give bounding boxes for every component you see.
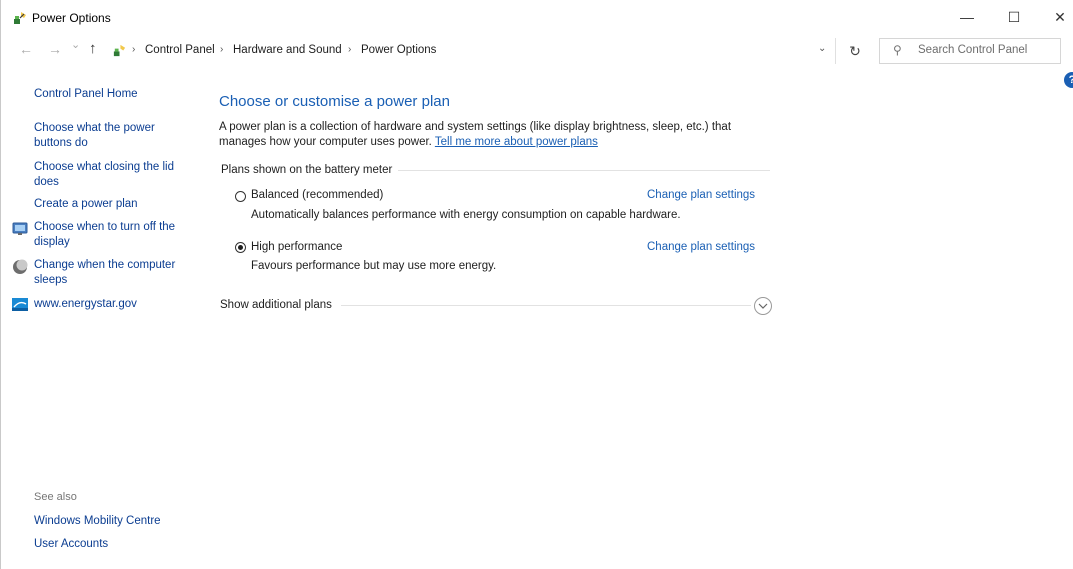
breadcrumb-control-panel[interactable]: Control Panel bbox=[145, 44, 215, 56]
group-divider bbox=[398, 170, 770, 171]
additional-plans-divider bbox=[341, 305, 751, 306]
forward-arrow-icon[interactable]: → bbox=[48, 41, 62, 57]
sidebar-link-energystar[interactable]: www.energystar.gov bbox=[34, 297, 137, 312]
help-icon[interactable]: ? bbox=[1064, 72, 1073, 88]
address-dropdown-icon[interactable]: ⌄ bbox=[818, 43, 826, 54]
sidebar-link-closing-lid[interactable]: Choose what closing the lid does bbox=[34, 160, 174, 190]
sidebar-link-text: buttons do bbox=[34, 137, 88, 149]
sidebar-link-text: Choose when to turn off the bbox=[34, 221, 176, 233]
search-icon: ⚲ bbox=[893, 43, 902, 57]
breadcrumb-power-options[interactable]: Power Options bbox=[361, 44, 436, 56]
page-description: A power plan is a collection of hardware… bbox=[219, 120, 731, 149]
sidebar-link-turn-off-display[interactable]: Choose when to turn off the display bbox=[34, 220, 175, 250]
expand-additional-plans-button[interactable] bbox=[754, 297, 772, 315]
plans-group-label: Plans shown on the battery meter bbox=[221, 164, 393, 176]
breadcrumb-separator[interactable]: › bbox=[132, 44, 135, 55]
control-panel-location-icon bbox=[113, 44, 126, 57]
back-arrow-icon[interactable]: ← bbox=[19, 41, 33, 57]
description-text: manages how your computer uses power. bbox=[219, 135, 432, 148]
maximize-button[interactable]: ☐ bbox=[991, 0, 1037, 34]
up-arrow-icon[interactable]: ↑ bbox=[89, 40, 97, 57]
page-title: Choose or customise a power plan bbox=[219, 93, 450, 110]
sidebar-link-text: does bbox=[34, 176, 59, 188]
window-title: Power Options bbox=[32, 11, 111, 25]
show-additional-plans-label[interactable]: Show additional plans bbox=[220, 299, 332, 311]
learn-more-link[interactable]: Tell me more about power plans bbox=[435, 136, 598, 148]
breadcrumb-hardware-and-sound[interactable]: Hardware and Sound bbox=[233, 44, 342, 56]
moon-icon bbox=[13, 259, 28, 274]
control-panel-home-link[interactable]: Control Panel Home bbox=[34, 87, 138, 102]
sidebar-link-text: Change when the computer bbox=[34, 259, 176, 271]
high-performance-change-settings-link[interactable]: Change plan settings bbox=[647, 241, 755, 253]
close-button[interactable]: ✕ bbox=[1037, 0, 1073, 34]
chevron-down-icon bbox=[758, 303, 768, 309]
description-line: manages how your computer uses power. Te… bbox=[219, 135, 731, 150]
mobility-centre-link[interactable]: Windows Mobility Centre bbox=[34, 514, 161, 529]
sidebar-link-text: Choose what closing the lid bbox=[34, 161, 174, 173]
sidebar-link-text: display bbox=[34, 236, 70, 248]
breadcrumb-separator[interactable]: › bbox=[220, 44, 223, 55]
power-options-icon bbox=[14, 12, 26, 24]
high-performance-plan-label[interactable]: High performance bbox=[251, 241, 342, 253]
high-performance-plan-radio[interactable] bbox=[235, 242, 246, 253]
window-border bbox=[0, 0, 1, 569]
sidebar-link-text: sleeps bbox=[34, 274, 68, 286]
energystar-icon bbox=[12, 298, 28, 311]
sidebar-link-create-plan[interactable]: Create a power plan bbox=[34, 197, 138, 212]
balanced-plan-description: Automatically balances performance with … bbox=[251, 209, 681, 221]
see-also-heading: See also bbox=[34, 491, 77, 503]
recent-locations-chevron-icon[interactable]: ⌄ bbox=[71, 38, 80, 51]
sidebar-link-text: Create a power plan bbox=[34, 198, 138, 210]
minimize-button[interactable]: — bbox=[944, 0, 990, 34]
user-accounts-link[interactable]: User Accounts bbox=[34, 537, 108, 552]
breadcrumb-separator[interactable]: › bbox=[348, 44, 351, 55]
refresh-icon[interactable]: ↻ bbox=[843, 40, 867, 62]
sidebar-link-text: Choose what the power bbox=[34, 122, 155, 134]
title-bar: Power Options — ☐ ✕ bbox=[0, 0, 1073, 34]
balanced-plan-radio[interactable] bbox=[235, 191, 246, 202]
balanced-plan-label[interactable]: Balanced (recommended) bbox=[251, 189, 383, 201]
description-line: A power plan is a collection of hardware… bbox=[219, 121, 732, 133]
address-divider bbox=[835, 38, 836, 64]
sidebar-link-computer-sleeps[interactable]: Change when the computer sleeps bbox=[34, 258, 175, 288]
search-placeholder[interactable]: Search Control Panel bbox=[918, 44, 1027, 56]
high-performance-plan-description: Favours performance but may use more ene… bbox=[251, 260, 497, 272]
display-icon bbox=[12, 222, 28, 235]
balanced-change-settings-link[interactable]: Change plan settings bbox=[647, 189, 755, 201]
sidebar-link-power-buttons[interactable]: Choose what the power buttons do bbox=[34, 121, 155, 151]
